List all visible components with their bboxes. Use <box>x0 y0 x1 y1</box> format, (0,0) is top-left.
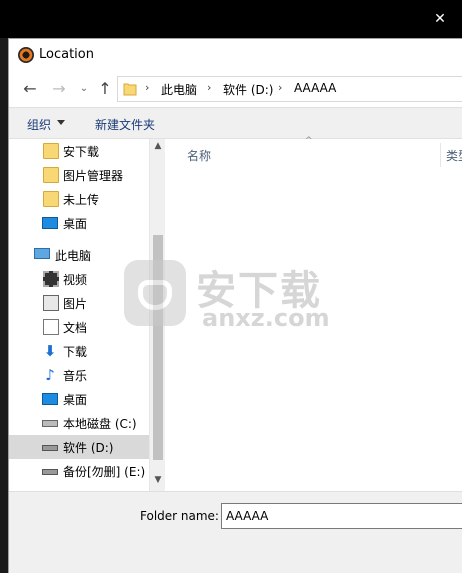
column-header-name[interactable]: 名称 <box>187 147 211 164</box>
sort-indicator-icon: ^ <box>305 136 313 146</box>
address-bar[interactable]: › 此电脑 › 软件 (D:) › AAAAA <box>117 76 462 102</box>
dialog-titlebar: Location <box>9 39 462 71</box>
up-button[interactable]: ↑ <box>95 79 115 99</box>
scroll-thumb[interactable] <box>153 235 163 460</box>
desktop-icon <box>42 217 58 229</box>
tree-item-label: 下载 <box>63 345 88 359</box>
folder-name-label: Folder name: <box>140 509 219 523</box>
drive-icon <box>42 469 58 475</box>
tree-item-drive-c[interactable]: 本地磁盘 (C:) <box>9 411 149 435</box>
folder-icon <box>43 167 59 183</box>
tree-item-label: 视频 <box>63 273 88 287</box>
breadcrumb-this-pc[interactable]: 此电脑 <box>161 81 197 98</box>
tree-item-label: 桌面 <box>63 393 88 407</box>
folder-icon <box>43 191 59 207</box>
dropdown-arrow-icon[interactable] <box>57 120 65 125</box>
folder-name-input[interactable] <box>221 503 462 529</box>
documents-icon <box>43 319 59 335</box>
folder-icon <box>123 83 137 96</box>
forward-button[interactable]: → <box>49 79 69 99</box>
content-area: 安下载 图片管理器 未上传 桌面 此电脑 视频 图片 文档 ⬇ 下载 ♪ 音乐 … <box>9 136 462 491</box>
video-icon <box>43 271 59 287</box>
breadcrumb-separator[interactable]: › <box>207 81 211 94</box>
new-folder-button[interactable]: 新建文件夹 <box>95 116 155 133</box>
tree-item-label: 安下载 <box>63 145 100 159</box>
tree-item-label: 软件 (D:) <box>63 441 114 455</box>
tree-item-pictures[interactable]: 图片 <box>9 291 149 315</box>
tree-item-music[interactable]: ♪ 音乐 <box>9 363 149 387</box>
tree-item-desktop-2[interactable]: 桌面 <box>9 387 149 411</box>
scroll-down-arrow-icon[interactable]: ▼ <box>150 475 165 489</box>
tree-item-desktop[interactable]: 桌面 <box>9 211 149 235</box>
breadcrumb-current-folder[interactable]: AAAAA <box>294 81 336 95</box>
tree-scrollbar[interactable]: ▲ ▼ <box>149 139 165 491</box>
app-logo-icon <box>18 47 34 63</box>
tree-item-drive-d[interactable]: 软件 (D:) <box>9 435 149 459</box>
tree-item-label: 音乐 <box>63 369 88 383</box>
dialog-footer: Folder name: <box>9 491 462 573</box>
breadcrumb-separator[interactable]: › <box>145 81 149 94</box>
recent-locations-button[interactable]: ⌄ <box>74 79 94 99</box>
tree-item-documents[interactable]: 文档 <box>9 315 149 339</box>
desktop-icon <box>42 393 58 405</box>
scroll-up-arrow-icon[interactable]: ▲ <box>150 141 165 155</box>
tree-item-videos[interactable]: 视频 <box>9 267 149 291</box>
tree-item-image-manager[interactable]: 图片管理器 <box>9 163 149 187</box>
back-button[interactable]: ← <box>20 79 40 99</box>
outer-close-button[interactable]: ✕ <box>430 9 450 29</box>
navigation-tree: 安下载 图片管理器 未上传 桌面 此电脑 视频 图片 文档 ⬇ 下载 ♪ 音乐 … <box>9 139 165 491</box>
tree-item-label: 桌面 <box>63 217 88 231</box>
music-icon: ♪ <box>45 366 55 384</box>
pictures-icon <box>43 295 59 311</box>
tree-item-label: 此电脑 <box>55 249 92 263</box>
organize-menu-button[interactable]: 组织 <box>27 116 51 133</box>
tree-item-downloads[interactable]: ⬇ 下载 <box>9 339 149 363</box>
tree-item-not-uploaded[interactable]: 未上传 <box>9 187 149 211</box>
download-icon: ⬇ <box>43 342 57 360</box>
command-toolbar: 组织 新建文件夹 <box>9 107 462 139</box>
navigation-bar: ← → ⌄ ↑ › 此电脑 › 软件 (D:) › AAAAA <box>9 71 462 107</box>
column-header-type[interactable]: 类型 <box>446 147 462 164</box>
tree-item-label: 未上传 <box>63 193 100 207</box>
location-dialog: Location ← → ⌄ ↑ › 此电脑 › 软件 (D:) › AAAAA… <box>8 38 462 573</box>
column-headers: ^ 名称 类型 <box>165 136 462 167</box>
drive-c-icon <box>42 420 58 427</box>
computer-icon <box>34 248 50 259</box>
tree-item-label: 文档 <box>63 321 88 335</box>
breadcrumb-drive-d[interactable]: 软件 (D:) <box>223 81 273 98</box>
outer-titlebar: ✕ <box>0 0 462 38</box>
tree-item-label: 本地磁盘 (C:) <box>63 417 137 431</box>
tree-item-this-pc[interactable]: 此电脑 <box>9 243 149 267</box>
breadcrumb-separator[interactable]: › <box>278 81 282 94</box>
tree-item-label: 备份[勿删] (E:) <box>63 465 146 479</box>
file-list[interactable]: ^ 名称 类型 <box>165 136 462 491</box>
tree-item-anxiazai[interactable]: 安下载 <box>9 139 149 163</box>
tree-item-label: 图片 <box>63 297 88 311</box>
column-divider[interactable] <box>440 143 441 167</box>
folder-icon <box>43 143 59 159</box>
tree-item-label: 图片管理器 <box>63 169 124 183</box>
tree-item-drive-e[interactable]: 备份[勿删] (E:) <box>9 459 149 483</box>
drive-icon <box>42 445 58 451</box>
dialog-title: Location <box>39 47 94 62</box>
